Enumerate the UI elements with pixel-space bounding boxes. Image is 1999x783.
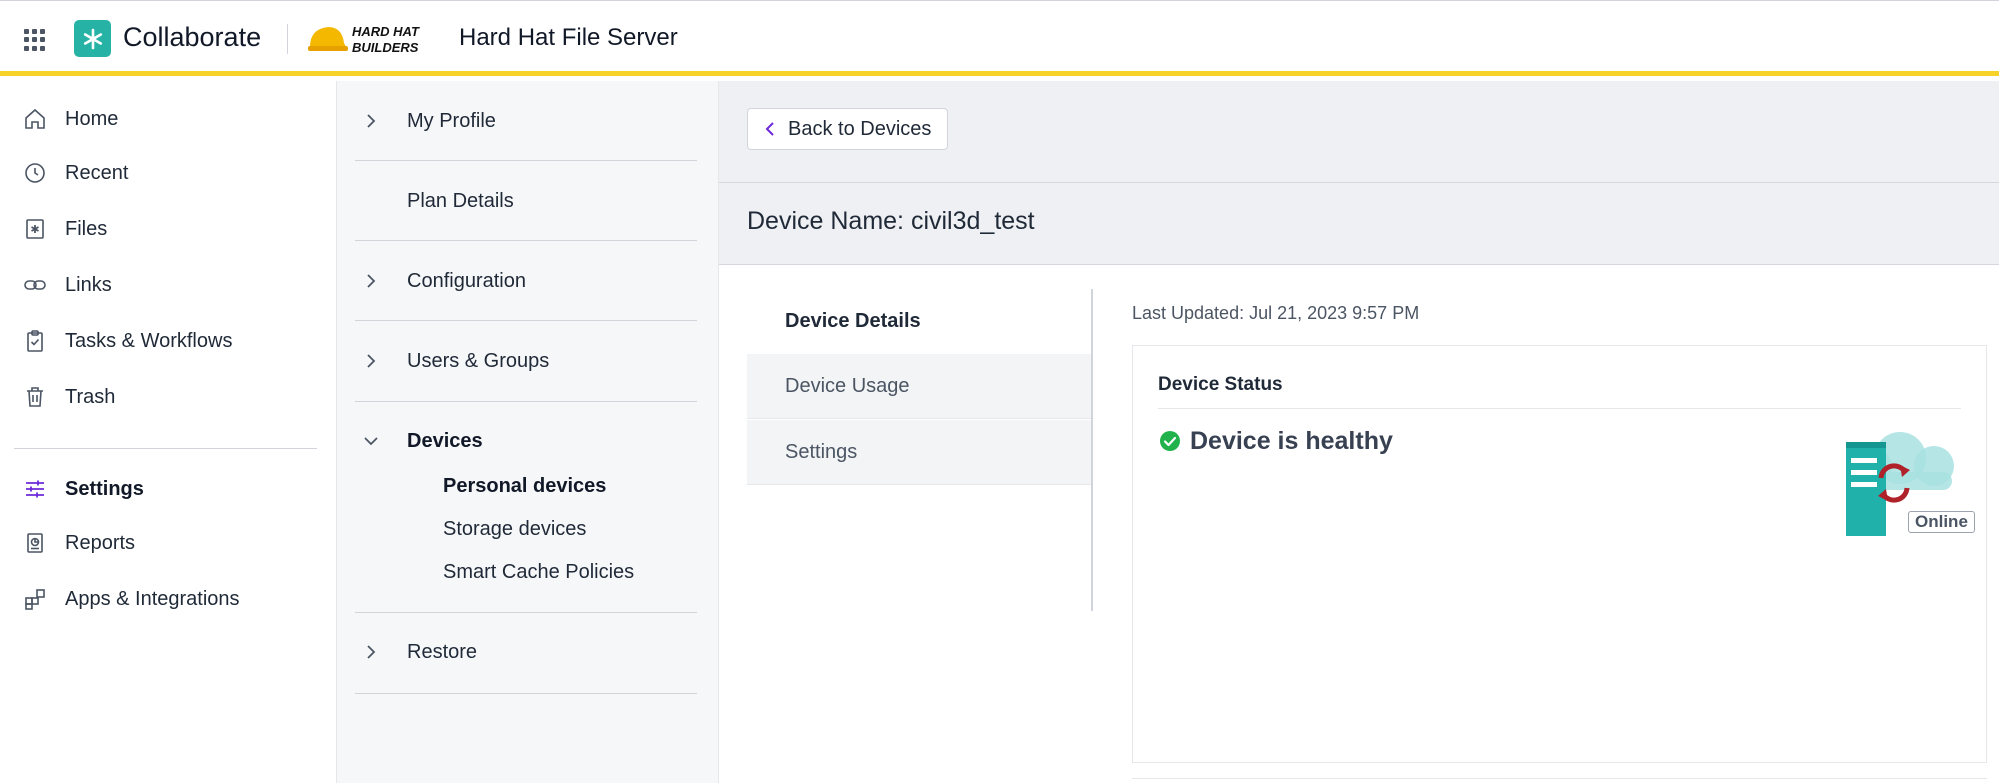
app-grid-icon[interactable] <box>24 29 46 51</box>
chevron-left-icon <box>765 122 774 136</box>
nav-label: Tasks & Workflows <box>65 329 233 352</box>
online-badge: Online <box>1908 511 1975 533</box>
tab-label: Device Usage <box>785 374 910 397</box>
hard-hat-builders-logo: HARD HAT BUILDERS <box>308 24 420 55</box>
nav-label: Links <box>65 273 112 296</box>
tab-settings[interactable]: Settings <box>747 420 1091 485</box>
header-divider <box>719 182 1999 183</box>
subnav-child-smart-cache-policies[interactable]: Smart Cache Policies <box>443 561 634 584</box>
settings-subnav: My Profile Plan Details Configuration Us… <box>337 81 719 783</box>
device-title: Device Name: civil3d_test <box>747 207 1035 235</box>
subnav-item-devices[interactable]: Devices <box>355 401 697 481</box>
subnav-label: My Profile <box>407 109 496 132</box>
nav-label: Files <box>65 217 108 240</box>
chevron-right-icon <box>367 354 376 368</box>
subnav-item-users-groups[interactable]: Users & Groups <box>355 321 697 401</box>
subnav-label: Restore <box>407 640 478 663</box>
device-header: Back to Devices Device Name: civil3d_tes… <box>719 81 1999 265</box>
card-title: Device Status <box>1158 374 1283 395</box>
nav-item-apps-integrations[interactable]: Apps & Integrations <box>0 577 337 621</box>
trash-icon <box>22 384 48 410</box>
tab-device-usage[interactable]: Device Usage <box>747 354 1091 419</box>
nav-label: Settings <box>65 477 144 500</box>
subnav-item-restore[interactable]: Restore <box>355 612 697 692</box>
card-divider <box>1158 408 1961 409</box>
back-button-label: Back to Devices <box>788 118 932 140</box>
subnav-child-storage-devices[interactable]: Storage devices <box>443 518 586 541</box>
report-icon <box>22 530 48 556</box>
nav-label: Recent <box>65 161 129 184</box>
subnav-item-plan-details[interactable]: Plan Details <box>355 161 697 241</box>
server-name: Hard Hat File Server <box>459 24 678 51</box>
clock-icon <box>22 160 48 186</box>
main-content: Back to Devices Device Name: civil3d_tes… <box>719 81 1999 783</box>
top-bar: Collaborate HARD HAT BUILDERS Hard Hat F… <box>0 0 1999 76</box>
left-navigation: Home Recent Files Links Tasks & Workflow… <box>0 81 337 783</box>
nav-item-tasks-workflows[interactable]: Tasks & Workflows <box>0 319 337 363</box>
subnav-divider <box>355 693 697 694</box>
app-name: Collaborate <box>123 22 262 52</box>
apps-icon <box>22 586 48 612</box>
nav-item-reports[interactable]: Reports <box>0 521 337 565</box>
subnav-item-my-profile[interactable]: My Profile <box>355 81 697 161</box>
clipboard-check-icon <box>22 328 48 354</box>
device-status-card: Device Status Device is healthy Online <box>1132 345 1987 763</box>
chevron-right-icon <box>367 645 376 659</box>
nav-divider <box>14 448 317 449</box>
device-tabs: Device Details Device Usage Settings <box>747 289 1093 611</box>
tab-label: Settings <box>785 440 858 463</box>
back-to-devices-button[interactable]: Back to Devices <box>747 108 948 150</box>
nav-label: Home <box>65 107 119 130</box>
files-icon <box>22 216 48 242</box>
subnav-label: Devices <box>407 429 483 452</box>
subnav-child-personal-devices[interactable]: Personal devices <box>443 475 606 498</box>
collaborate-logo <box>74 20 111 57</box>
subnav-item-configuration[interactable]: Configuration <box>355 241 697 321</box>
sliders-icon <box>22 476 48 502</box>
tab-device-details[interactable]: Device Details <box>747 289 1091 354</box>
nav-label: Reports <box>65 531 136 554</box>
nav-item-settings[interactable]: Settings <box>0 467 337 511</box>
home-icon <box>22 106 48 132</box>
subnav-label: Users & Groups <box>407 349 550 372</box>
svg-text:BUILDERS: BUILDERS <box>352 40 419 55</box>
check-circle-icon <box>1160 431 1180 451</box>
nav-item-files[interactable]: Files <box>0 207 337 251</box>
last-updated: Last Updated: Jul 21, 2023 9:57 PM <box>1132 303 1420 323</box>
chevron-right-icon <box>367 114 376 128</box>
chevron-right-icon <box>367 274 376 288</box>
nav-item-home[interactable]: Home <box>0 97 337 141</box>
tab-label: Device Details <box>785 310 921 332</box>
health-status: Device is healthy <box>1190 427 1393 455</box>
nav-label: Trash <box>65 385 116 408</box>
header-divider <box>287 24 288 54</box>
nav-label: Apps & Integrations <box>65 587 240 610</box>
chevron-down-icon <box>364 437 378 446</box>
nav-item-trash[interactable]: Trash <box>0 375 337 419</box>
svg-text:HARD HAT: HARD HAT <box>352 24 420 39</box>
link-icon <box>22 272 48 298</box>
nav-item-recent[interactable]: Recent <box>0 151 337 195</box>
nav-item-links[interactable]: Links <box>0 263 337 307</box>
subnav-label: Configuration <box>407 269 526 292</box>
content-divider <box>1132 778 1987 779</box>
subnav-label: Plan Details <box>407 189 514 212</box>
